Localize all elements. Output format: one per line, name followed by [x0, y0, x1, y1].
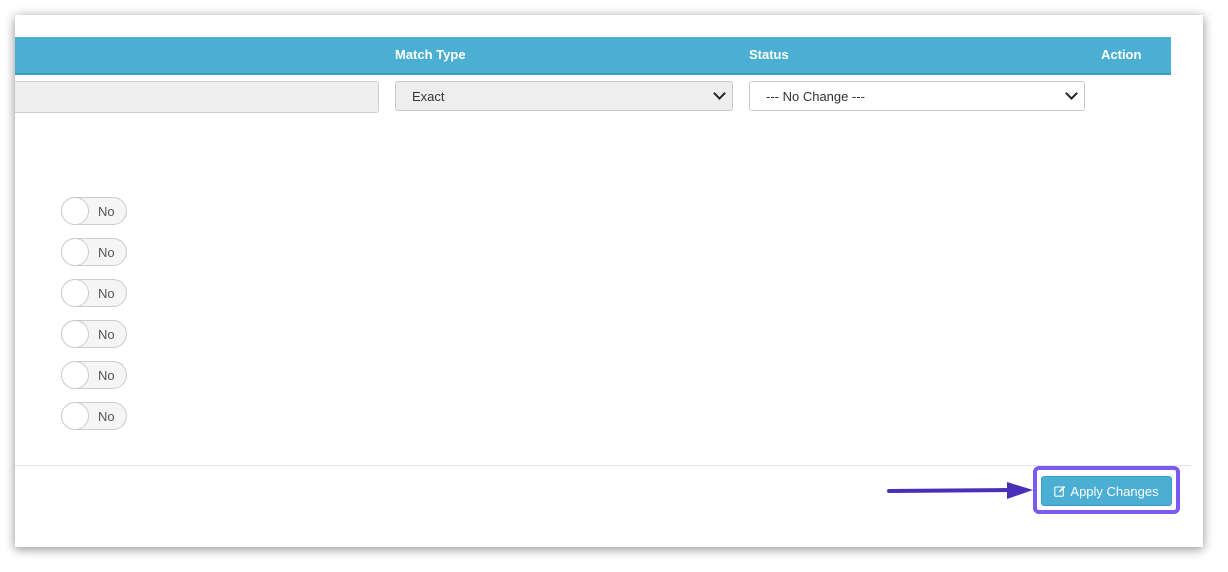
footer-divider — [15, 465, 1191, 466]
header-action: Action — [1101, 47, 1142, 62]
toggle-label: No — [98, 204, 115, 219]
table-header: Match Type Status Action — [15, 37, 1171, 75]
apply-changes-button[interactable]: Apply Changes — [1041, 476, 1172, 506]
toggle-label: No — [98, 286, 115, 301]
toggle-switch-2[interactable]: No — [61, 238, 127, 266]
match-type-select[interactable]: Exact — [395, 81, 733, 111]
edit-icon — [1054, 486, 1066, 497]
toggle-switch-4[interactable]: No — [61, 320, 127, 348]
toggle-knob — [61, 238, 89, 266]
toggle-switch-1[interactable]: No — [61, 197, 127, 225]
keyword-input[interactable] — [15, 81, 379, 113]
toggle-label: No — [98, 368, 115, 383]
toggle-label: No — [98, 327, 115, 342]
header-status: Status — [749, 47, 789, 62]
toggle-knob — [61, 402, 89, 430]
status-selected-value: --- No Change --- — [766, 89, 865, 104]
toggle-knob — [61, 320, 89, 348]
match-type-selected-value: Exact — [412, 89, 445, 104]
toggle-switch-5[interactable]: No — [61, 361, 127, 389]
chevron-down-icon — [1065, 87, 1078, 100]
toggle-switch-6[interactable]: No — [61, 402, 127, 430]
header-match-type: Match Type — [395, 47, 466, 62]
toggle-label: No — [98, 245, 115, 260]
status-select[interactable]: --- No Change --- — [749, 81, 1085, 111]
toggle-knob — [61, 197, 89, 225]
toggle-knob — [61, 361, 89, 389]
toggle-label: No — [98, 409, 115, 424]
apply-changes-label: Apply Changes — [1070, 483, 1159, 499]
toggle-switch-3[interactable]: No — [61, 279, 127, 307]
arrow-right-icon — [887, 482, 1033, 499]
chevron-down-icon — [713, 87, 726, 100]
page-frame: Match Type Status Action Exact --- No Ch… — [15, 15, 1203, 547]
toggle-knob — [61, 279, 89, 307]
